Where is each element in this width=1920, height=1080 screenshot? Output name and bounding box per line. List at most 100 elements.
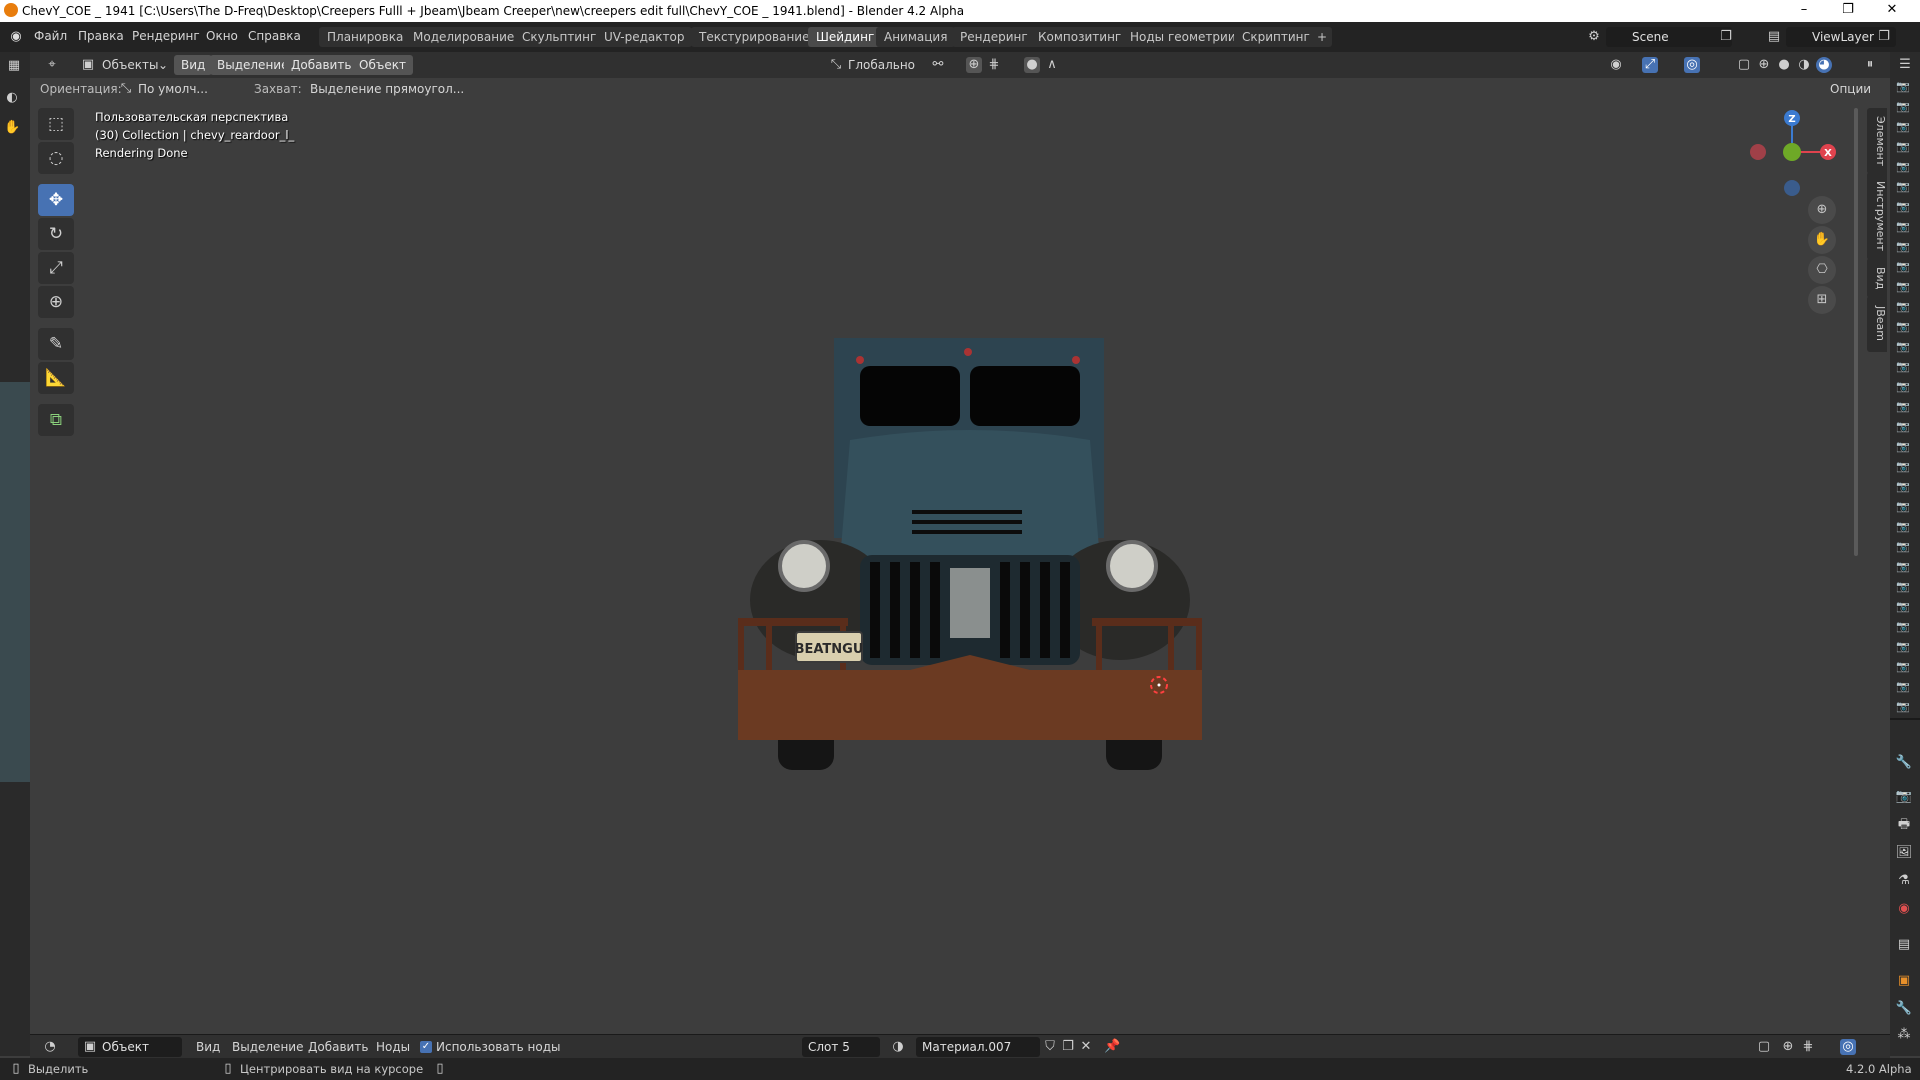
snap-icon[interactable]: ⊕ — [1780, 1039, 1796, 1055]
camera-icon[interactable]: 📷 — [1892, 358, 1914, 376]
scroll-icon[interactable]: ◐ — [4, 90, 20, 106]
transform-tool-icon[interactable]: ⊕ — [38, 286, 74, 318]
scale-tool-icon[interactable]: ⤢ — [38, 252, 74, 284]
menu-help[interactable]: Справка — [248, 29, 301, 43]
add-cube-tool-icon[interactable]: ⧉ — [38, 404, 74, 436]
camera-icon[interactable]: 📷 — [1892, 138, 1914, 156]
snap-dropdown[interactable]: Выделение прямоугол... — [310, 82, 464, 96]
tool-properties-icon[interactable]: 🔧 — [1893, 752, 1915, 774]
n-tab-jbeam[interactable]: JBeam — [1867, 296, 1887, 352]
unlink-material-icon[interactable]: ✕ — [1078, 1039, 1094, 1055]
cursor-tool-icon[interactable]: ◌ — [38, 142, 74, 174]
scene-field[interactable]: Scene — [1606, 27, 1732, 47]
camera-icon[interactable]: 📷 — [1892, 498, 1914, 516]
output-properties-icon[interactable]: 🖶 — [1893, 814, 1915, 836]
outliner-type-icon[interactable]: ☰ — [1897, 57, 1913, 73]
transform-orientation-icon[interactable]: ⤡ — [828, 57, 844, 73]
backdrop-icon[interactable]: ▢ — [1756, 1039, 1772, 1055]
tab-scripting[interactable]: Скриптинг — [1234, 27, 1318, 47]
snap-icon[interactable]: ⊕ — [966, 57, 982, 73]
object-mode-icon[interactable]: ▣ — [80, 57, 96, 73]
view-menu[interactable]: Вид — [174, 55, 213, 75]
camera-icon[interactable]: 📷 — [1892, 658, 1914, 676]
mode-dropdown[interactable]: Объекты — [102, 58, 158, 72]
camera-icon[interactable]: 📷 — [1892, 478, 1914, 496]
solid-shading-icon[interactable]: ● — [1776, 57, 1792, 73]
scene-icon[interactable]: ⚙ — [1586, 29, 1602, 45]
viewlayer-icon[interactable]: ▤ — [1766, 29, 1782, 45]
add-menu[interactable]: Добавить — [284, 55, 359, 75]
close-button[interactable]: ✕ — [1872, 2, 1912, 20]
move-tool-icon[interactable]: ✥ — [38, 184, 74, 216]
viewport-scrollbar[interactable] — [1854, 108, 1858, 556]
tab-texture-paint[interactable]: Текстурирование — [691, 27, 818, 47]
falloff-icon[interactable]: ∧ — [1044, 57, 1060, 73]
tab-uv-editor[interactable]: UV-редактор — [596, 27, 693, 47]
tab-sculpting[interactable]: Скульптинг — [514, 27, 605, 47]
gizmo-neg-x-axis[interactable] — [1750, 144, 1766, 160]
pause-render-icon[interactable]: ⏸ — [1862, 57, 1878, 73]
minimize-button[interactable]: – — [1784, 2, 1824, 20]
slot-dropdown[interactable]: Слот 5 — [802, 1037, 880, 1057]
camera-icon[interactable]: 📷 — [1892, 178, 1914, 196]
camera-icon[interactable]: 📷 — [1892, 318, 1914, 336]
render-properties-icon[interactable]: 📷 — [1893, 786, 1915, 808]
snap-grid-icon[interactable]: ⋕ — [1800, 1039, 1816, 1055]
camera-icon[interactable]: 📷 — [1892, 578, 1914, 596]
camera-icon[interactable]: 📷 — [1892, 698, 1914, 716]
camera-icon[interactable]: 📷 — [1892, 98, 1914, 116]
n-tab-item[interactable]: Элемент — [1867, 108, 1887, 174]
camera-icon[interactable]: 📷 — [1892, 678, 1914, 696]
camera-icon[interactable]: 📷 — [1892, 418, 1914, 436]
maximize-button[interactable]: ❐ — [1828, 2, 1868, 20]
pan-hand-icon[interactable]: ✋ — [1808, 226, 1836, 254]
menu-window[interactable]: Окно — [206, 29, 238, 43]
annotate-tool-icon[interactable]: ✎ — [38, 328, 74, 360]
wireframe-shading-icon[interactable]: ⊕ — [1756, 57, 1772, 73]
node-view-menu[interactable]: Вид — [196, 1040, 220, 1054]
modifier-properties-icon[interactable]: 🔧 — [1893, 998, 1915, 1020]
ortho-grid-icon[interactable]: ⊞ — [1808, 286, 1836, 314]
object-menu[interactable]: Объект — [352, 55, 413, 75]
xray-icon[interactable]: ▢ — [1736, 57, 1752, 73]
select-menu[interactable]: Выделение — [210, 55, 296, 75]
fake-user-icon[interactable]: ⛉ — [1042, 1039, 1058, 1055]
camera-icon[interactable]: 📷 — [1892, 238, 1914, 256]
tab-layout[interactable]: Планировка — [319, 27, 412, 47]
proportional-edit-icon[interactable]: ● — [1024, 57, 1040, 73]
camera-icon[interactable]: 📷 — [1892, 158, 1914, 176]
navigation-gizmo[interactable]: Z X — [1744, 108, 1840, 198]
object-properties-icon[interactable]: ▣ — [1893, 970, 1915, 992]
camera-icon[interactable]: 📷 — [1892, 118, 1914, 136]
tab-rendering[interactable]: Рендеринг — [952, 27, 1036, 47]
visibility-icon[interactable]: ◉ — [1608, 57, 1624, 73]
new-scene-icon[interactable]: ❐ — [1718, 29, 1734, 45]
material-field[interactable]: Материал.007 — [916, 1037, 1040, 1057]
orientation-dropdown[interactable]: По умолч... — [138, 82, 208, 96]
camera-icon[interactable]: 📷 — [1892, 638, 1914, 656]
camera-icon[interactable]: 📷 — [1892, 558, 1914, 576]
collection-properties-icon[interactable]: ▤ — [1893, 934, 1915, 956]
camera-icon[interactable]: 📷 — [1892, 278, 1914, 296]
duplicate-material-icon[interactable]: ❐ — [1060, 1039, 1076, 1055]
editor-type-icon[interactable]: ⌖ — [44, 57, 60, 73]
material-browse-icon[interactable]: ◑ — [890, 1039, 906, 1055]
n-tab-view[interactable]: Вид — [1867, 258, 1887, 298]
view-layer-properties-icon[interactable]: 🖼 — [1893, 842, 1915, 864]
gizmo-y-axis[interactable] — [1783, 143, 1801, 161]
node-overlay-icon[interactable]: ◎ — [1840, 1039, 1856, 1055]
n-tab-tool[interactable]: Инструмент — [1867, 172, 1887, 260]
camera-icon[interactable]: 📷 — [1892, 218, 1914, 236]
camera-icon[interactable]: 📷 — [1892, 538, 1914, 556]
blender-menu-icon[interactable]: ◉ — [8, 29, 24, 45]
editor-type-icon[interactable]: ◔ — [42, 1039, 58, 1055]
camera-view-icon[interactable]: ⎔ — [1808, 256, 1836, 284]
editor-type-icon[interactable]: ▦ — [6, 58, 22, 74]
camera-icon[interactable]: 📷 — [1892, 78, 1914, 96]
rotate-tool-icon[interactable]: ↻ — [38, 218, 74, 250]
tab-shading[interactable]: Шейдинг — [808, 27, 883, 47]
node-select-menu[interactable]: Выделение — [232, 1040, 303, 1054]
particles-properties-icon[interactable]: ⁂ — [1893, 1024, 1915, 1046]
node-mode-dropdown[interactable]: ▣ Объект — [78, 1037, 182, 1057]
camera-icon[interactable]: 📷 — [1892, 338, 1914, 356]
